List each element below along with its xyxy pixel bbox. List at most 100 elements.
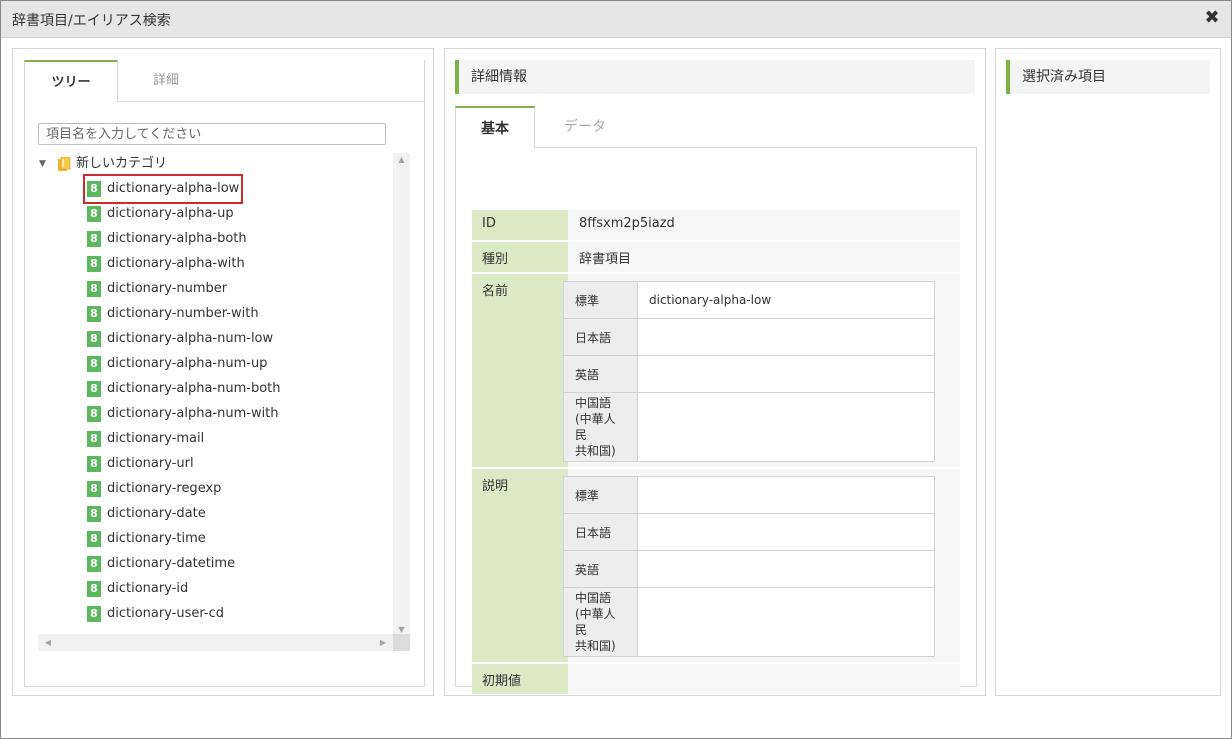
item-search-input[interactable] <box>38 123 386 145</box>
detail-tab-body: ID 8ffsxm2p5iazd 種別 辞書項目 名前 標準 dictionary… <box>455 147 977 694</box>
tree-item[interactable]: 8 dictionary-mail <box>87 428 204 450</box>
tree-item[interactable]: 8 dictionary-alpha-num-both <box>87 378 280 400</box>
tree-item-label: dictionary-alpha-up <box>107 206 234 221</box>
detail-header: 詳細情報 <box>455 60 975 94</box>
tree-item-label: dictionary-url <box>107 456 194 471</box>
tree-item-label: dictionary-alpha-num-up <box>107 356 268 371</box>
tab-tree[interactable]: ツリー <box>24 60 118 102</box>
scrollbar-corner <box>393 634 410 651</box>
tree-item-label: dictionary-alpha-with <box>107 256 245 271</box>
name-label: 名前 <box>472 274 568 467</box>
desc-lang-label: 英語 <box>564 551 638 587</box>
dialog-title: 辞書項目/エイリアス検索 <box>12 13 171 29</box>
tree-item-label: dictionary-datetime <box>107 556 236 571</box>
tree-item[interactable]: 8 dictionary-alpha-up <box>87 203 234 225</box>
desc-lang-value <box>639 514 934 550</box>
name-lang-label: 中国語 (中華人民 共和国) <box>564 393 638 461</box>
tree-item[interactable]: 8 dictionary-number <box>87 278 227 300</box>
tree-item[interactable]: 8 dictionary-alpha-with <box>87 253 245 275</box>
scroll-right-icon[interactable]: ▶ <box>376 634 390 651</box>
tree-item[interactable]: 8 dictionary-url <box>87 453 194 475</box>
tab-data[interactable]: データ <box>537 106 633 148</box>
expand-caret-icon[interactable]: ▼ <box>39 153 46 175</box>
name-lang-row: 英語 <box>564 356 934 393</box>
tree-item[interactable]: 8 dictionary-alpha-both <box>87 228 247 250</box>
tree-item-label: dictionary-alpha-num-with <box>107 406 279 421</box>
tree-item[interactable]: 8 dictionary-alpha-num-with <box>87 403 279 425</box>
item-tree: ▼ 新しいカテゴリ 8 dictionary-alpha-low 8 dictiona… <box>38 153 410 653</box>
name-lang-label: 標準 <box>564 282 638 318</box>
dialog-titlebar: 辞書項目/エイリアス検索 ✖ <box>1 1 1231 38</box>
folder-icon <box>58 157 71 171</box>
name-lang-row: 日本語 <box>564 319 934 356</box>
name-lang-row: 中国語 (中華人民 共和国) <box>564 393 934 461</box>
tree-category-row[interactable]: ▼ 新しいカテゴリ <box>38 153 238 175</box>
tree-item-label: dictionary-date <box>107 506 206 521</box>
id-value: 8ffsxm2p5iazd <box>568 210 960 240</box>
dictionary-item-icon: 8 <box>87 231 101 247</box>
tree-item-label: dictionary-regexp <box>107 481 222 496</box>
dictionary-item-icon: 8 <box>87 581 101 597</box>
tab-divider <box>118 101 425 102</box>
tree-horizontal-scrollbar[interactable]: ◀ ▶ <box>38 634 410 651</box>
name-lang-value <box>639 356 934 392</box>
desc-lang-value <box>639 477 934 513</box>
search-dialog: 辞書項目/エイリアス検索 ✖ ツリー 詳細 ▼ 新しいカテゴリ 8 diction… <box>0 0 1232 739</box>
desc-lang-row: 日本語 <box>564 514 934 551</box>
tree-item[interactable]: 8 dictionary-alpha-low <box>82 174 244 204</box>
dictionary-item-icon: 8 <box>87 306 101 322</box>
dictionary-item-icon: 8 <box>87 181 101 197</box>
tree-item-label: dictionary-alpha-num-low <box>107 331 274 346</box>
id-label: ID <box>472 210 568 240</box>
type-row: 種別 辞書項目 <box>472 242 960 272</box>
scroll-up-icon[interactable]: ▲ <box>393 153 410 167</box>
tree-item[interactable]: 8 dictionary-alpha-num-low <box>87 328 273 350</box>
dictionary-item-icon: 8 <box>87 356 101 372</box>
tree-item-label: dictionary-id <box>107 581 189 596</box>
name-lang-value <box>639 319 934 355</box>
desc-lang-value <box>639 588 934 656</box>
default-row: 初期値 <box>472 664 960 694</box>
tree-item[interactable]: 8 dictionary-date <box>87 503 206 525</box>
desc-lang-row: 英語 <box>564 551 934 588</box>
tree-item[interactable]: 8 dictionary-id <box>87 578 188 600</box>
tab-detail[interactable]: 詳細 <box>118 60 214 102</box>
name-lang-label: 英語 <box>564 356 638 392</box>
tree-item-label: dictionary-user-cd <box>107 606 224 621</box>
category-label: 新しいカテゴリ <box>76 156 168 171</box>
dictionary-item-icon: 8 <box>87 256 101 272</box>
close-icon[interactable]: ✖ <box>1203 7 1221 29</box>
selected-panel: 選択済み項目 <box>995 48 1221 696</box>
tree-item[interactable]: 8 dictionary-time <box>87 528 206 550</box>
dictionary-item-icon: 8 <box>87 281 101 297</box>
tree-item[interactable]: 8 dictionary-user-cd <box>87 603 224 625</box>
dictionary-item-icon: 8 <box>87 456 101 472</box>
tab-basic[interactable]: 基本 <box>455 106 535 148</box>
desc-label: 説明 <box>472 469 568 662</box>
dictionary-item-icon: 8 <box>87 406 101 422</box>
detail-panel: 詳細情報 ID 8ffsxm2p5iazd 種別 辞書項目 名前 標準 dicti… <box>444 48 986 696</box>
dictionary-item-icon: 8 <box>87 381 101 397</box>
tree-item[interactable]: 8 dictionary-number-with <box>87 303 259 325</box>
tree-item[interactable]: 8 dictionary-regexp <box>87 478 221 500</box>
desc-lang-row: 標準 <box>564 477 934 514</box>
name-lang-label: 日本語 <box>564 319 638 355</box>
name-lang-table: 標準 dictionary-alpha-low 日本語 英語 中国語 (中華人民 共和国… <box>563 281 935 462</box>
tree-item[interactable]: 8 dictionary-datetime <box>87 553 235 575</box>
name-lang-row: 標準 dictionary-alpha-low <box>564 282 934 319</box>
desc-lang-label: 日本語 <box>564 514 638 550</box>
dictionary-item-icon: 8 <box>87 506 101 522</box>
scroll-left-icon[interactable]: ◀ <box>41 634 55 651</box>
name-lang-value: dictionary-alpha-low <box>649 293 772 307</box>
tree-item[interactable]: 8 dictionary-alpha-num-up <box>87 353 267 375</box>
dictionary-item-icon: 8 <box>87 606 101 622</box>
tree-tabs: ツリー 詳細 <box>24 60 425 102</box>
desc-lang-table: 標準 日本語 英語 中国語 (中華人民 共和国) <box>563 476 935 657</box>
tree-item-label: dictionary-mail <box>107 431 205 446</box>
tree-item-label: dictionary-alpha-low <box>107 181 240 196</box>
tree-vertical-scrollbar[interactable]: ▲ ▼ <box>393 153 410 637</box>
dictionary-item-icon: 8 <box>87 531 101 547</box>
desc-lang-row: 中国語 (中華人民 共和国) <box>564 588 934 656</box>
desc-lang-label: 中国語 (中華人民 共和国) <box>564 588 638 656</box>
name-lang-value <box>639 393 934 461</box>
